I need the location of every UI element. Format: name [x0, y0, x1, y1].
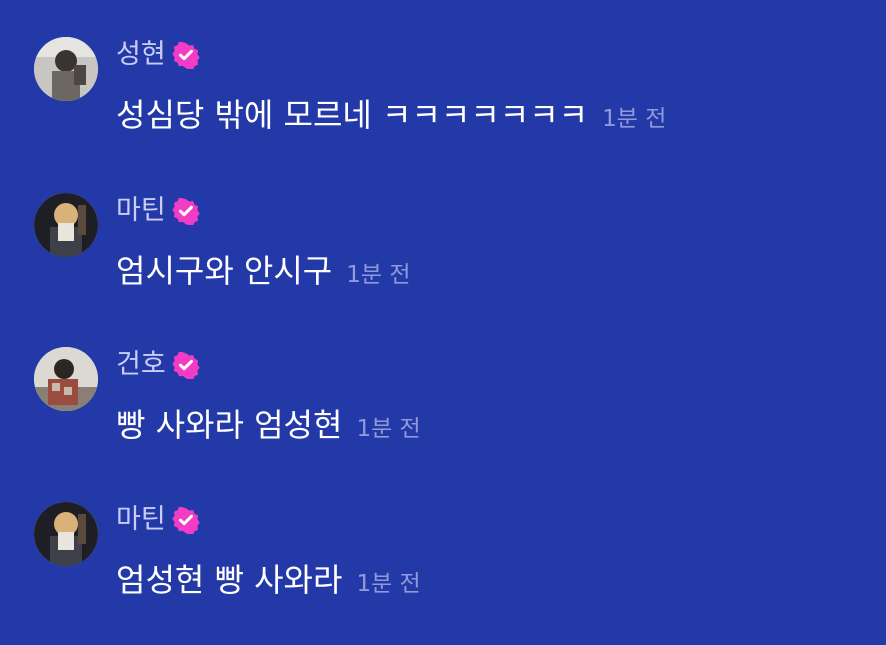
message-body: 빵 사와라 엄성현 1분 전	[116, 403, 421, 447]
avatar[interactable]	[34, 193, 98, 257]
avatar-photo	[34, 502, 98, 566]
message-text: 성심당 밖에 모르네 ㅋㅋㅋㅋㅋㅋㅋ	[116, 96, 589, 134]
chat-message: 마틴 엄성현 빵 사와라 1분 전	[0, 502, 886, 622]
chat-message-list: 성현 성심당 밖에 모르네 ㅋㅋㅋㅋㅋㅋㅋ 1분 전 마틴 엄시구와 안시구 1…	[0, 0, 886, 645]
username[interactable]: 마틴	[116, 502, 166, 538]
message-header: 마틴	[116, 502, 200, 538]
verified-badge-icon	[171, 41, 200, 69]
message-timestamp: 1분 전	[356, 416, 421, 442]
avatar[interactable]	[34, 502, 98, 566]
verified-badge-icon	[171, 351, 200, 379]
message-text: 엄성현 빵 사와라	[116, 561, 343, 599]
avatar-photo	[34, 347, 98, 411]
verified-badge-icon	[171, 197, 200, 225]
username[interactable]: 성현	[116, 37, 166, 73]
avatar-photo	[34, 193, 98, 257]
message-body: 엄시구와 안시구 1분 전	[116, 249, 411, 293]
message-header: 성현	[116, 37, 200, 73]
chat-message: 성현 성심당 밖에 모르네 ㅋㅋㅋㅋㅋㅋㅋ 1분 전	[0, 37, 886, 157]
message-header: 마틴	[116, 193, 200, 229]
username[interactable]: 마틴	[116, 193, 166, 229]
message-body: 성심당 밖에 모르네 ㅋㅋㅋㅋㅋㅋㅋ 1분 전	[116, 93, 666, 137]
chat-message: 마틴 엄시구와 안시구 1분 전	[0, 193, 886, 313]
username[interactable]: 건호	[116, 347, 166, 383]
message-timestamp: 1분 전	[602, 106, 667, 132]
message-body: 엄성현 빵 사와라 1분 전	[116, 558, 421, 602]
verified-badge-icon	[171, 506, 200, 534]
message-text: 엄시구와 안시구	[116, 252, 333, 290]
message-header: 건호	[116, 347, 200, 383]
chat-message: 건호 빵 사와라 엄성현 1분 전	[0, 347, 886, 467]
message-timestamp: 1분 전	[346, 262, 411, 288]
avatar[interactable]	[34, 37, 98, 101]
avatar[interactable]	[34, 347, 98, 411]
avatar-photo	[34, 37, 98, 101]
message-text: 빵 사와라 엄성현	[116, 406, 343, 444]
message-timestamp: 1분 전	[356, 571, 421, 597]
